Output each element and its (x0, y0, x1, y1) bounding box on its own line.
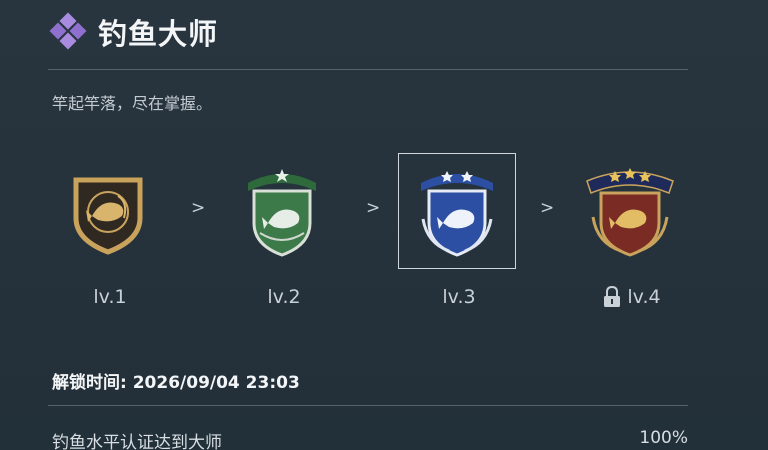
level-3-badge[interactable] (398, 153, 516, 269)
level-1[interactable]: lv.1 (50, 150, 170, 310)
header-divider (48, 69, 688, 70)
level-3[interactable]: lv.3 (398, 150, 519, 310)
task-progress-value: 100% (639, 428, 688, 448)
arrow-1-2: > (191, 198, 206, 218)
page-title: 钓鱼大师 (98, 17, 219, 51)
blue-fish-badge-icon (421, 171, 493, 257)
lock-icon (604, 286, 621, 307)
diamond-cluster-icon (49, 12, 87, 50)
level-2-badge[interactable] (224, 154, 340, 268)
level-1-label: lv.1 (93, 286, 127, 308)
bronze-fish-badge-icon (73, 177, 143, 255)
level-4-label: lv.4 (572, 286, 692, 308)
achievement-panel: 钓鱼大师 竿起竿落，尽在掌握。 lv.1 > lv.2 > lv.3 > lv.… (0, 0, 768, 450)
green-fish-badge-icon (248, 169, 316, 257)
unlock-time: 解锁时间: 2026/09/04 23:03 (52, 373, 300, 393)
level-4-badge[interactable] (572, 154, 688, 268)
level-3-label: lv.3 (442, 286, 476, 308)
arrow-3-4: > (540, 198, 555, 218)
subtitle: 竿起竿落，尽在掌握。 (52, 94, 213, 113)
level-2[interactable]: lv.2 (224, 150, 344, 310)
arrow-2-3: > (366, 198, 381, 218)
red-gold-fish-badge-icon (586, 168, 674, 257)
task-divider (48, 405, 688, 406)
level-track: lv.1 > lv.2 > lv.3 > lv.4 (0, 150, 768, 320)
level-2-label: lv.2 (267, 286, 301, 308)
task-label: 钓鱼水平认证达到大师 (52, 433, 222, 450)
level-4[interactable]: lv.4 (572, 150, 692, 310)
level-1-badge[interactable] (50, 154, 166, 268)
header: 钓鱼大师 (48, 10, 218, 54)
